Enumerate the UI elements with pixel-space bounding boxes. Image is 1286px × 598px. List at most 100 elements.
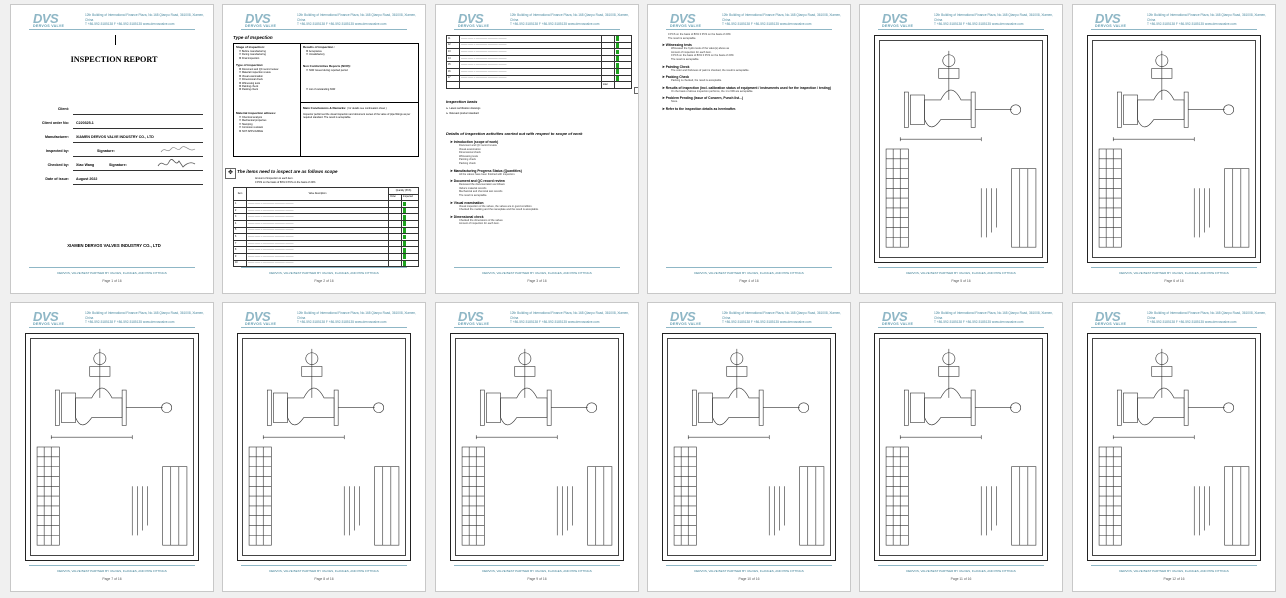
- pass-indicator: [403, 260, 406, 266]
- page-number: Page 7 of 16: [102, 577, 122, 581]
- company-address: 12th Building of International Finance P…: [1147, 13, 1267, 27]
- header-divider: [29, 327, 195, 328]
- table-row: 14 ──── ─── ─ ─────── ────── ─────: [446, 54, 632, 63]
- page-number: Page 4 of 16: [739, 279, 759, 283]
- checked-line: [73, 170, 203, 171]
- valve-drawing-image: [885, 348, 1037, 546]
- valve-drawing-image: [673, 348, 825, 546]
- page-footer: DERVOS, VALVE BEST PARTNER BY VALVES, FL…: [223, 267, 425, 293]
- company-logo-subtitle: DERVOS VALVE: [670, 322, 702, 326]
- header-divider: [878, 327, 1044, 328]
- page-number: Page 11 of 16: [950, 577, 972, 581]
- main-conclusions-heading: Main Conclusions & Remarks: ( for detail…: [303, 106, 387, 110]
- page-footer: DERVOS, VALVE BEST PARTNER BY VALVES, FL…: [648, 267, 850, 293]
- page-5-drawing[interactable]: DVS DERVOS VALVE 12th Building of Intern…: [859, 4, 1063, 294]
- page-2-type-of-inspection[interactable]: DVS DERVOS VALVE 12th Building of Intern…: [222, 4, 426, 294]
- page-10-drawing[interactable]: DVS DERVOS VALVE 12th Building of Intern…: [647, 302, 851, 592]
- page-header: DVS DERVOS VALVE 12th Building of Intern…: [223, 5, 425, 31]
- company-address: 12th Building of International Finance P…: [722, 13, 842, 27]
- table-row: 7 ──── ─── ─ ─────── ────── ─────: [233, 239, 419, 248]
- cover-company-name: XIAMEN DERVOS VALVES INDUSTRY CO., LTD: [67, 243, 161, 248]
- table-resize-handle[interactable]: [634, 87, 638, 94]
- table-row: 11 ──── ─── ─ ─────── ────── ─────: [446, 35, 632, 43]
- company-logo-subtitle: DERVOS VALVE: [1095, 322, 1127, 326]
- company-address: 12th Building of International Finance P…: [510, 13, 630, 27]
- page-7-drawing[interactable]: DVS DERVOS VALVE 12th Building of Intern…: [10, 302, 214, 592]
- valve-drawing-image: [1098, 50, 1250, 248]
- header-divider: [1091, 29, 1257, 30]
- page-header: DVS DERVOS VALVE 12th Building of Intern…: [436, 303, 638, 329]
- page-header: DVS DERVOS VALVE 12th Building of Intern…: [860, 5, 1062, 31]
- pass-indicator: [403, 234, 406, 240]
- main-conclusions-text: Inspector performed the visual inspectio…: [303, 113, 411, 120]
- page-footer: DERVOS, VALVE BEST PARTNER BY VALVES, FL…: [223, 565, 425, 591]
- company-address: 12th Building of International Finance P…: [722, 311, 842, 325]
- table-row: 6 ──── ─── ─ ─────── ────── ─────: [233, 233, 419, 241]
- company-logo-subtitle: DERVOS VALVE: [882, 322, 914, 326]
- company-address: 12th Building of International Finance P…: [297, 311, 417, 325]
- details-sections: ➤ Introduction (scope of work) Document …: [450, 140, 539, 226]
- valve-technical-drawing: [450, 333, 624, 561]
- page-footer: DERVOS, VALVE BEST PARTNER BY VALVES, FL…: [1073, 267, 1275, 293]
- header-divider: [1091, 327, 1257, 328]
- company-address: 12th Building of International Finance P…: [934, 13, 1054, 27]
- table-total-row: total: [446, 81, 632, 89]
- page-footer: DERVOS, VALVE BEST PARTNER BY VALVES, FL…: [648, 565, 850, 591]
- company-address: 12th Building of International Finance P…: [510, 311, 630, 325]
- basis-list: ➤ Latest certification drawings ➤ Releva…: [446, 107, 481, 116]
- valve-drawing-image: [885, 50, 1037, 248]
- type-list: ☒ Document and QC record review ☐ Materi…: [239, 68, 279, 92]
- header-divider: [241, 29, 407, 30]
- table-row: 13 ──── ─── ─ ─────── ────── ─────: [446, 48, 632, 56]
- pass-indicator: [403, 241, 406, 246]
- header-divider: [241, 327, 407, 328]
- header-divider: [666, 327, 832, 328]
- page-header: DVS DERVOS VALVE 12th Building of Intern…: [648, 303, 850, 329]
- page-6-drawing[interactable]: DVS DERVOS VALVE 12th Building of Intern…: [1072, 4, 1276, 294]
- table-move-handle[interactable]: ✥: [225, 168, 236, 179]
- header-divider: [454, 327, 620, 328]
- manufacturer-line: [73, 142, 203, 143]
- page-8-drawing[interactable]: DVS DERVOS VALVE 12th Building of Intern…: [222, 302, 426, 592]
- page-header: DVS DERVOS VALVE 12th Building of Intern…: [860, 303, 1062, 329]
- valve-technical-drawing: [662, 333, 836, 561]
- page-1-cover[interactable]: DVS DERVOS VALVE 12th Building of Intern…: [10, 4, 214, 294]
- pass-indicator: [403, 214, 406, 220]
- valve-drawing-image: [36, 348, 188, 546]
- page-9-drawing[interactable]: DVS DERVOS VALVE 12th Building of Intern…: [435, 302, 639, 592]
- ncr-list: ☐ NCR Issued during reported period ☐ Li…: [306, 69, 348, 92]
- company-address: 12th Building of International Finance P…: [934, 311, 1054, 325]
- scope-table-continued: 11 ──── ─── ─ ─────── ────── ───── 12 ────…: [446, 35, 632, 89]
- page-header: DVS DERVOS VALVE 12th Building of Intern…: [648, 5, 850, 31]
- pass-indicator: [403, 208, 406, 213]
- company-logo-subtitle: DERVOS VALVE: [1095, 24, 1127, 28]
- type-of-inspection-heading: Type of Inspection: [233, 35, 273, 40]
- company-logo-subtitle: DERVOS VALVE: [458, 24, 490, 28]
- table-row: 3 ──── ─── ─ ─────── ────── ─────: [233, 213, 419, 221]
- inspector-signature: [160, 146, 196, 153]
- page-header: DVS DERVOS VALVE 12th Building of Intern…: [436, 5, 638, 31]
- valve-drawing-image: [461, 348, 613, 546]
- page-number: Page 12 of 16: [1163, 577, 1185, 581]
- page-number: Page 5 of 16: [951, 279, 971, 283]
- valve-technical-drawing: [1087, 333, 1261, 561]
- header-divider: [878, 29, 1044, 30]
- footer-slogan: DERVOS, VALVE BEST PARTNER BY VALVES, FL…: [57, 271, 167, 275]
- page-12-drawing[interactable]: DVS DERVOS VALVE 12th Building of Intern…: [1072, 302, 1276, 592]
- page-4-body: 0 PCS on the basis of 80% 0 PCS on the b…: [662, 33, 831, 111]
- page-11-drawing[interactable]: DVS DERVOS VALVE 12th Building of Intern…: [859, 302, 1063, 592]
- page-header: DVS DERVOS VALVE 12th Building of Intern…: [223, 303, 425, 329]
- header-divider: [454, 29, 620, 30]
- table-row: 15 ──── ─── ─ ─────── ────── ─────: [446, 61, 632, 69]
- table-row: 12 ──── ─── ─ ─────── ────── ─────: [446, 41, 632, 50]
- page-number: Page 3 of 16: [527, 279, 547, 283]
- client-line: [73, 114, 203, 115]
- table-row: 1 ──── ─── ─ ─────── ────── ─────: [233, 200, 419, 208]
- page-4-results[interactable]: DVS DERVOS VALVE 12th Building of Intern…: [647, 4, 851, 294]
- page-header: DVS DERVOS VALVE 12th Building of Intern…: [1073, 303, 1275, 329]
- page-footer: DERVOS, VALVE BEST PARTNER BY VALVES, FL…: [11, 267, 213, 293]
- page-3-inspection-basis[interactable]: DVS DERVOS VALVE 12th Building of Intern…: [435, 4, 639, 294]
- page-3-body: 11 ──── ─── ─ ─────── ────── ───── 12 ────…: [446, 35, 638, 265]
- header-divider: [29, 29, 195, 30]
- table-row: 16 ──── ─── ─ ─────── ────── ─────: [446, 67, 632, 76]
